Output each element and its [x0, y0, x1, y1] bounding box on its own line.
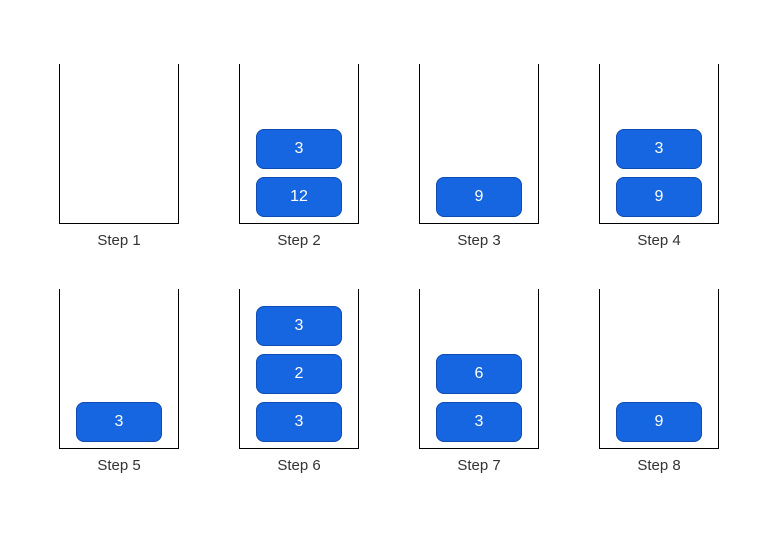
- step-label: Step 7: [457, 457, 500, 474]
- stack-container: 36: [419, 289, 539, 449]
- step-label: Step 5: [97, 457, 140, 474]
- stack-container: 3 2 3: [239, 289, 359, 449]
- stack-block: 3: [256, 306, 342, 346]
- stack-container: [59, 64, 179, 224]
- stack-block: 3: [616, 129, 702, 169]
- step-label: Step 2: [277, 232, 320, 249]
- step-label: Step 1: [97, 232, 140, 249]
- stack-block: 6: [436, 354, 522, 394]
- steps-row-2: 3Step 5323Step 636Step 79Step 8: [59, 289, 719, 474]
- stack-block: 9: [436, 177, 522, 217]
- step-2: 123Step 2: [239, 64, 359, 249]
- stack-block: 9: [616, 177, 702, 217]
- step-label: Step 3: [457, 232, 500, 249]
- step-6: 3 2 3 Step 6: [239, 289, 359, 474]
- step-3: 9 Step 3: [419, 64, 539, 249]
- stack-container: 3: [59, 289, 179, 449]
- steps-row-1: Step 1123Step 29Step 393Step 4: [59, 64, 719, 249]
- stack-block: 2: [256, 354, 342, 394]
- step-8: 9 Step 8: [599, 289, 719, 474]
- stack-block: 3: [256, 402, 342, 442]
- stack-block: 12: [256, 177, 342, 217]
- step-1: Step 1: [59, 64, 179, 249]
- stack-block: 3: [436, 402, 522, 442]
- stack-block: 3: [256, 129, 342, 169]
- stack-container: 123: [239, 64, 359, 224]
- stack-block: 9: [616, 402, 702, 442]
- stack-block: 3: [76, 402, 162, 442]
- step-label: Step 6: [277, 457, 320, 474]
- stack-container: 93: [599, 64, 719, 224]
- step-7: 36Step 7: [419, 289, 539, 474]
- step-label: Step 4: [637, 232, 680, 249]
- stack-container: 9: [599, 289, 719, 449]
- stack-container: 9: [419, 64, 539, 224]
- step-label: Step 8: [637, 457, 680, 474]
- step-5: 3 Step 5: [59, 289, 179, 474]
- step-4: 93Step 4: [599, 64, 719, 249]
